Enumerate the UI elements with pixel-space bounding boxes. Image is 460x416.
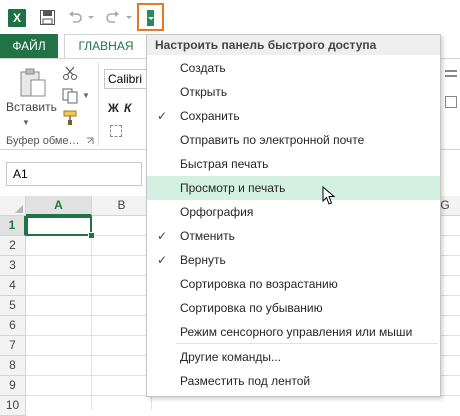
undo-dropdown-icon[interactable] <box>87 13 95 21</box>
ribbon-group-divider <box>98 62 99 146</box>
font-name-input[interactable]: Calibri <box>104 69 148 89</box>
select-all-button[interactable] <box>0 196 26 216</box>
menu-item-email[interactable]: Отправить по электронной почте <box>147 128 440 152</box>
menu-item-more-commands[interactable]: Другие команды... <box>147 345 440 369</box>
menu-item-show-below-ribbon[interactable]: Разместить под лентой <box>147 369 440 393</box>
menu-item-label: Сортировка по убыванию <box>180 301 323 315</box>
menu-separator <box>176 343 438 344</box>
menu-item-touch-mode[interactable]: Режим сенсорного управления или мыши <box>147 320 440 344</box>
format-icon[interactable] <box>445 96 457 108</box>
menu-item-label: Отменить <box>180 229 235 243</box>
tab-home[interactable]: ГЛАВНАЯ <box>64 34 148 58</box>
clipboard-group-label: Буфер обме… <box>6 135 80 147</box>
row-header-2[interactable]: 2 <box>0 236 26 256</box>
menu-item-sort-ascending[interactable]: Сортировка по возрастанию <box>147 272 440 296</box>
menu-item-label: Быстрая печать <box>180 157 269 171</box>
row-header-6[interactable]: 6 <box>0 316 26 336</box>
menu-item-label: Другие команды... <box>180 350 281 364</box>
copy-icon[interactable] <box>62 88 78 104</box>
row-header-7[interactable]: 7 <box>0 336 26 356</box>
paste-icon[interactable] <box>18 68 48 98</box>
menu-item-save[interactable]: ✓ Сохранить <box>147 104 440 128</box>
row-header-9[interactable]: 9 <box>0 376 26 396</box>
customize-toolbar-button[interactable] <box>137 3 164 31</box>
row-header-10[interactable]: 10 <box>0 396 26 416</box>
italic-button[interactable]: К <box>124 101 131 115</box>
menu-item-spelling[interactable]: Орфография <box>147 200 440 224</box>
format-painter-icon[interactable] <box>62 110 78 126</box>
align-icon[interactable] <box>445 70 457 72</box>
menu-item-label: Режим сенсорного управления или мыши <box>180 325 413 339</box>
menu-item-redo[interactable]: ✓ Вернуть <box>147 248 440 272</box>
row-header-3[interactable]: 3 <box>0 256 26 276</box>
menu-item-sort-descending[interactable]: Сортировка по убыванию <box>147 296 440 320</box>
undo-icon[interactable] <box>68 10 82 24</box>
copy-dropdown-icon[interactable]: ▼ <box>82 91 90 100</box>
menu-item-new[interactable]: Создать <box>147 56 440 80</box>
redo-icon[interactable] <box>106 10 120 24</box>
menu-item-label: Создать <box>180 61 226 75</box>
customize-toolbar-icon <box>147 10 154 26</box>
row-header-4[interactable]: 4 <box>0 276 26 296</box>
name-box[interactable]: A1 <box>6 162 142 186</box>
menu-item-label: Сортировка по возрастанию <box>180 277 338 291</box>
redo-dropdown-icon[interactable] <box>125 13 133 21</box>
menu-item-open[interactable]: Открыть <box>147 80 440 104</box>
row-header-1[interactable]: 1 <box>0 216 26 236</box>
check-icon: ✓ <box>157 229 168 243</box>
menu-title: Настроить панель быстрого доступа <box>147 35 440 55</box>
column-header-b[interactable]: B <box>92 196 152 216</box>
menu-item-label: Разместить под лентой <box>180 374 311 388</box>
tab-file[interactable]: ФАЙЛ <box>0 34 58 58</box>
bold-button[interactable]: Ж <box>108 101 119 115</box>
row-header-8[interactable]: 8 <box>0 356 26 376</box>
active-cell[interactable] <box>26 216 92 236</box>
menu-item-label: Открыть <box>180 85 228 99</box>
dialog-launcher-icon[interactable] <box>86 137 94 145</box>
mouse-cursor-icon <box>322 186 336 205</box>
save-icon[interactable] <box>40 10 55 25</box>
menu-item-label: Вернуть <box>180 253 226 267</box>
menu-item-label: Орфография <box>180 205 254 219</box>
excel-logo-icon: X <box>8 9 26 27</box>
check-icon: ✓ <box>157 253 168 267</box>
paste-dropdown-icon[interactable]: ▼ <box>22 118 30 127</box>
column-header-a[interactable]: A <box>26 196 92 216</box>
row-header-5[interactable]: 5 <box>0 296 26 316</box>
menu-item-quick-print[interactable]: Быстрая печать <box>147 152 440 176</box>
cut-icon[interactable] <box>62 66 78 80</box>
grid-line <box>91 216 92 410</box>
menu-item-label: Сохранить <box>180 109 240 123</box>
align-icon-line <box>445 75 457 77</box>
paste-button-label[interactable]: Вставить <box>6 100 57 114</box>
menu-item-undo[interactable]: ✓ Отменить <box>147 224 440 248</box>
menu-item-label: Отправить по электронной почте <box>180 133 365 147</box>
check-icon: ✓ <box>157 109 168 123</box>
fill-handle[interactable] <box>88 232 95 239</box>
menu-item-print-preview[interactable]: Просмотр и печать <box>147 176 440 200</box>
menu-item-label: Просмотр и печать <box>180 181 286 195</box>
borders-icon[interactable] <box>110 125 122 137</box>
